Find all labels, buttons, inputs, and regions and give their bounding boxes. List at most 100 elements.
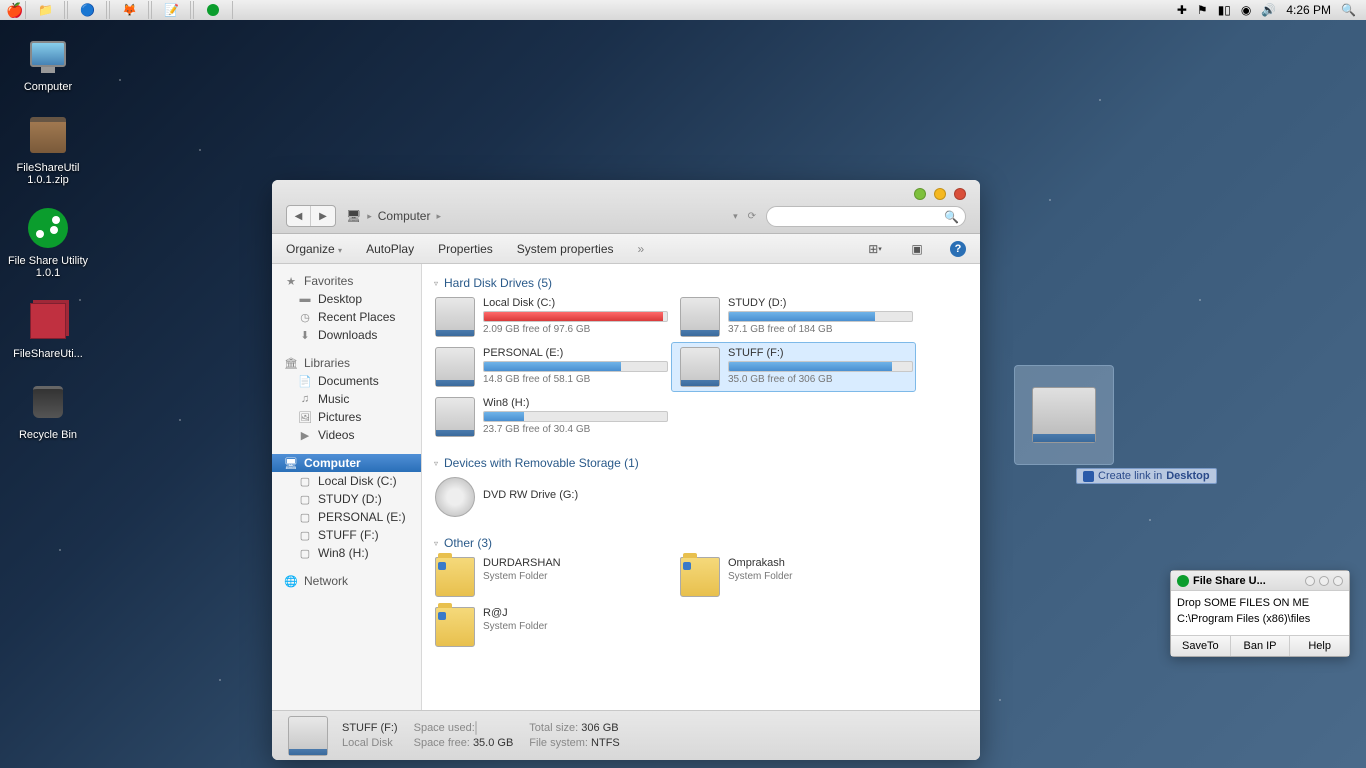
sidebar-item-drive-h[interactable]: ▢Win8 (H:): [272, 544, 421, 562]
minimize-button[interactable]: [914, 188, 926, 200]
document-icon: 📄: [298, 374, 312, 388]
drive-item[interactable]: Local Disk (C:) 2.09 GB free of 97.6 GB: [426, 292, 671, 342]
spotlight-icon[interactable]: 🔍: [1337, 3, 1360, 17]
desktop-icon-recycle-bin[interactable]: Recycle Bin: [6, 378, 90, 441]
chevron-icon: ▸: [436, 211, 441, 222]
saveto-button[interactable]: SaveTo: [1171, 636, 1231, 656]
collapse-icon: ▿: [434, 539, 438, 548]
close-button[interactable]: [954, 188, 966, 200]
sidebar-favorites-header[interactable]: ★Favorites: [272, 272, 421, 290]
view-options-icon[interactable]: ⊞▾: [866, 240, 884, 258]
autoplay-button[interactable]: AutoPlay: [366, 242, 414, 256]
firefox-dock-icon[interactable]: 🦊: [109, 1, 149, 19]
computer-icon: 🖥: [284, 456, 298, 470]
volume-tray-icon[interactable]: 🔊: [1257, 3, 1280, 17]
drive-item[interactable]: STUDY (D:) 37.1 GB free of 184 GB: [671, 292, 916, 342]
sidebar-item-pictures[interactable]: 🖼Pictures: [272, 408, 421, 426]
drive-item[interactable]: STUFF (F:) 35.0 GB free of 306 GB: [671, 342, 916, 392]
sidebar-item-music[interactable]: ♫Music: [272, 390, 421, 408]
drive-name: Local Disk (C:): [483, 297, 668, 309]
drive-item[interactable]: PERSONAL (E:) 14.8 GB free of 58.1 GB: [426, 342, 671, 392]
drive-item[interactable]: Win8 (H:) 23.7 GB free of 30.4 GB: [426, 392, 671, 442]
computer-icon: 🖥: [346, 209, 361, 223]
organize-menu[interactable]: Organize ▾: [286, 242, 342, 256]
sidebar: ★Favorites ▬Desktop ◷Recent Places ⬇Down…: [272, 264, 422, 710]
sidebar-item-videos[interactable]: ▶Videos: [272, 426, 421, 444]
util-drop-text: Drop SOME FILES ON ME: [1177, 597, 1343, 609]
util-close-button[interactable]: [1333, 576, 1343, 586]
chrome-dock-icon[interactable]: 🔵: [67, 1, 107, 19]
desktop-icon-zip[interactable]: FileShareUtil 1.0.1.zip: [6, 111, 90, 186]
collapse-icon: ▿: [434, 279, 438, 288]
sidebar-item-drive-f[interactable]: ▢STUFF (F:): [272, 526, 421, 544]
system-properties-button[interactable]: System properties: [517, 242, 614, 256]
breadcrumb[interactable]: 🖥 ▸ Computer ▸: [346, 209, 723, 223]
util-minimize-button[interactable]: [1305, 576, 1315, 586]
content-area: ▿Hard Disk Drives (5) Local Disk (C:) 2.…: [422, 264, 980, 710]
section-removable-header[interactable]: ▿Devices with Removable Storage (1): [426, 454, 976, 472]
other-item[interactable]: DURDARSHAN System Folder: [426, 552, 671, 602]
dvd-icon: [435, 477, 475, 517]
util-body[interactable]: Drop SOME FILES ON ME C:\Program Files (…: [1171, 591, 1349, 635]
search-icon: 🔍: [944, 210, 959, 224]
finder-dock-icon[interactable]: 📁: [25, 1, 65, 19]
sidebar-item-documents[interactable]: 📄Documents: [272, 372, 421, 390]
dropdown-icon[interactable]: ▾: [733, 211, 738, 222]
toolbar: Organize ▾ AutoPlay Properties System pr…: [272, 234, 980, 264]
forward-button[interactable]: ▶: [311, 206, 335, 226]
help-icon[interactable]: ?: [950, 241, 966, 257]
folder-icon: [435, 607, 475, 647]
desktop-icon-share-utility[interactable]: File Share Utility 1.0.1: [6, 204, 90, 279]
notes-dock-icon[interactable]: 📝: [151, 1, 191, 19]
refresh-icon[interactable]: ⟳: [748, 211, 756, 222]
apple-menu-icon[interactable]: 🍎: [6, 2, 23, 19]
folder-sub: System Folder: [728, 571, 907, 582]
search-input[interactable]: 🔍: [766, 206, 966, 227]
share-dock-icon[interactable]: [193, 1, 233, 19]
sidebar-item-downloads[interactable]: ⬇Downloads: [272, 326, 421, 344]
removable-item[interactable]: DVD RW Drive (G:): [426, 472, 671, 522]
explorer-window: ◀ ▶ 🖥 ▸ Computer ▸ ▾ ⟳ 🔍 Organize ▾ Auto…: [272, 180, 980, 760]
sidebar-network-header[interactable]: 🌐Network: [272, 572, 421, 590]
battery-tray-icon[interactable]: ▮▯: [1214, 3, 1235, 17]
drive-icon: [435, 297, 475, 337]
sidebar-item-drive-c[interactable]: ▢Local Disk (C:): [272, 472, 421, 490]
drive-icon: ▢: [298, 474, 312, 488]
maximize-button[interactable]: [934, 188, 946, 200]
back-button[interactable]: ◀: [287, 206, 311, 226]
star-icon: ★: [284, 274, 298, 288]
titlebar[interactable]: ◀ ▶ 🖥 ▸ Computer ▸ ▾ ⟳ 🔍: [272, 180, 980, 234]
sidebar-item-drive-d[interactable]: ▢STUDY (D:): [272, 490, 421, 508]
flag-tray-icon[interactable]: ⚑: [1193, 3, 1212, 17]
status-drive-name: STUFF (F:): [342, 722, 398, 734]
drive-free-text: 14.8 GB free of 58.1 GB: [483, 374, 668, 385]
preview-pane-icon[interactable]: ▣: [908, 240, 926, 258]
sidebar-item-desktop[interactable]: ▬Desktop: [272, 290, 421, 308]
folder-sub: System Folder: [483, 571, 662, 582]
help-button[interactable]: Help: [1290, 636, 1349, 656]
util-maximize-button[interactable]: [1319, 576, 1329, 586]
folder-sub: System Folder: [483, 621, 662, 632]
other-item[interactable]: R@J System Folder: [426, 602, 671, 652]
sidebar-item-computer[interactable]: 🖥Computer: [272, 454, 421, 472]
banip-button[interactable]: Ban IP: [1231, 636, 1291, 656]
desktop-icon-fileshare[interactable]: FileShareUti...: [6, 297, 90, 360]
section-other-header[interactable]: ▿Other (3): [426, 534, 976, 552]
properties-button[interactable]: Properties: [438, 242, 493, 256]
sidebar-item-recent[interactable]: ◷Recent Places: [272, 308, 421, 326]
sidebar-libraries-header[interactable]: 🏛Libraries: [272, 354, 421, 372]
add-tray-icon[interactable]: ✚: [1173, 3, 1191, 17]
drive-free-text: 35.0 GB free of 306 GB: [728, 374, 913, 385]
other-item[interactable]: Omprakash System Folder: [671, 552, 916, 602]
more-menu[interactable]: »: [638, 242, 645, 256]
desktop-icon-label: FileShareUti...: [13, 348, 83, 360]
menubar: 🍎 📁 🔵 🦊 📝 ✚ ⚑ ▮▯ ◉ 🔊 4:26 PM 🔍: [0, 0, 1366, 20]
drive-name: STUDY (D:): [728, 297, 913, 309]
clock[interactable]: 4:26 PM: [1282, 3, 1335, 17]
wifi-tray-icon[interactable]: ◉: [1237, 3, 1255, 17]
section-hdd-header[interactable]: ▿Hard Disk Drives (5): [426, 274, 976, 292]
desktop-icon-computer[interactable]: Computer: [6, 30, 90, 93]
sidebar-item-drive-e[interactable]: ▢PERSONAL (E:): [272, 508, 421, 526]
util-titlebar[interactable]: File Share U...: [1171, 571, 1349, 591]
drive-usage-bar: [483, 411, 668, 422]
